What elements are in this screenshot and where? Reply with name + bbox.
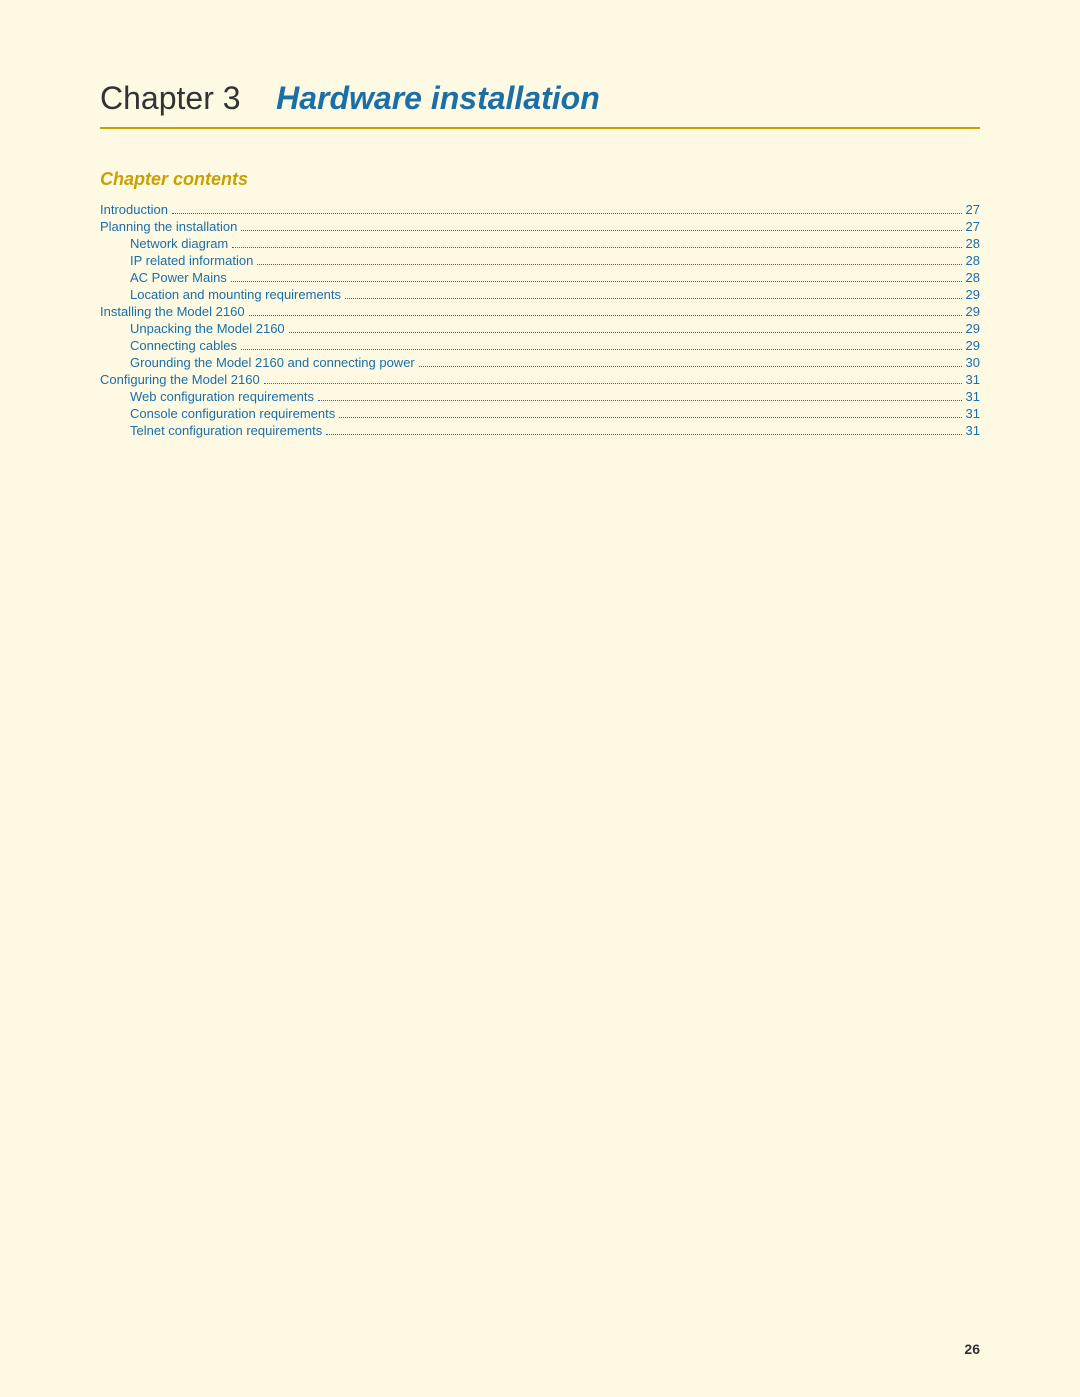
toc-item: Grounding the Model 2160 and connecting …	[100, 355, 980, 370]
toc-link[interactable]: Configuring the Model 2160	[100, 372, 260, 387]
toc-link[interactable]: Planning the installation	[100, 219, 237, 234]
toc-page: 31	[966, 372, 980, 387]
toc-link[interactable]: Telnet configuration requirements	[130, 423, 322, 438]
toc-link[interactable]: Grounding the Model 2160 and connecting …	[130, 355, 415, 370]
toc-item: Web configuration requirements 31	[100, 389, 980, 404]
toc-dots	[289, 332, 962, 333]
toc-item: Configuring the Model 2160 31	[100, 372, 980, 387]
toc-item: IP related information 28	[100, 253, 980, 268]
toc-page: 27	[966, 219, 980, 234]
toc-page: 28	[966, 253, 980, 268]
toc-dots	[264, 383, 962, 384]
chapter-number: Chapter 3	[100, 80, 241, 116]
toc-dots	[172, 213, 962, 214]
toc-item: Installing the Model 2160 29	[100, 304, 980, 319]
toc-item: AC Power Mains 28	[100, 270, 980, 285]
toc-item: Introduction 27	[100, 202, 980, 217]
toc-page: 28	[966, 270, 980, 285]
toc-link[interactable]: AC Power Mains	[130, 270, 227, 285]
toc-item: Network diagram 28	[100, 236, 980, 251]
toc-dots	[326, 434, 961, 435]
toc-page: 31	[966, 406, 980, 421]
toc-dots	[339, 417, 961, 418]
toc-page: 29	[966, 287, 980, 302]
chapter-contents-section: Chapter contents Introduction 27 Plannin…	[100, 169, 980, 438]
toc-list: Introduction 27 Planning the installatio…	[100, 202, 980, 438]
toc-dots	[249, 315, 962, 316]
toc-item: Telnet configuration requirements 31	[100, 423, 980, 438]
chapter-title-text: Hardware installation	[276, 80, 600, 116]
toc-link[interactable]: Network diagram	[130, 236, 228, 251]
toc-dots	[241, 349, 962, 350]
toc-item: Unpacking the Model 2160 29	[100, 321, 980, 336]
page-number: 26	[964, 1341, 980, 1357]
toc-link[interactable]: Web configuration requirements	[130, 389, 314, 404]
toc-link[interactable]: Installing the Model 2160	[100, 304, 245, 319]
toc-page: 27	[966, 202, 980, 217]
toc-dots	[241, 230, 961, 231]
toc-dots	[232, 247, 961, 248]
toc-link[interactable]: Location and mounting requirements	[130, 287, 341, 302]
chapter-header: Chapter 3 Hardware installation	[100, 80, 980, 129]
toc-dots	[419, 366, 962, 367]
toc-page: 31	[966, 423, 980, 438]
toc-page: 29	[966, 304, 980, 319]
chapter-contents-heading: Chapter contents	[100, 169, 980, 190]
toc-page: 29	[966, 321, 980, 336]
toc-page: 28	[966, 236, 980, 251]
toc-dots	[345, 298, 962, 299]
toc-link[interactable]: IP related information	[130, 253, 253, 268]
toc-item: Connecting cables 29	[100, 338, 980, 353]
toc-link[interactable]: Introduction	[100, 202, 168, 217]
toc-item: Location and mounting requirements 29	[100, 287, 980, 302]
toc-dots	[318, 400, 962, 401]
toc-link[interactable]: Console configuration requirements	[130, 406, 335, 421]
toc-link[interactable]: Connecting cables	[130, 338, 237, 353]
toc-dots	[231, 281, 962, 282]
toc-page: 31	[966, 389, 980, 404]
toc-page: 29	[966, 338, 980, 353]
toc-link[interactable]: Unpacking the Model 2160	[130, 321, 285, 336]
page: Chapter 3 Hardware installation Chapter …	[0, 0, 1080, 1397]
toc-dots	[257, 264, 961, 265]
toc-item: Planning the installation 27	[100, 219, 980, 234]
chapter-title: Chapter 3 Hardware installation	[100, 80, 980, 117]
toc-item: Console configuration requirements 31	[100, 406, 980, 421]
toc-page: 30	[966, 355, 980, 370]
